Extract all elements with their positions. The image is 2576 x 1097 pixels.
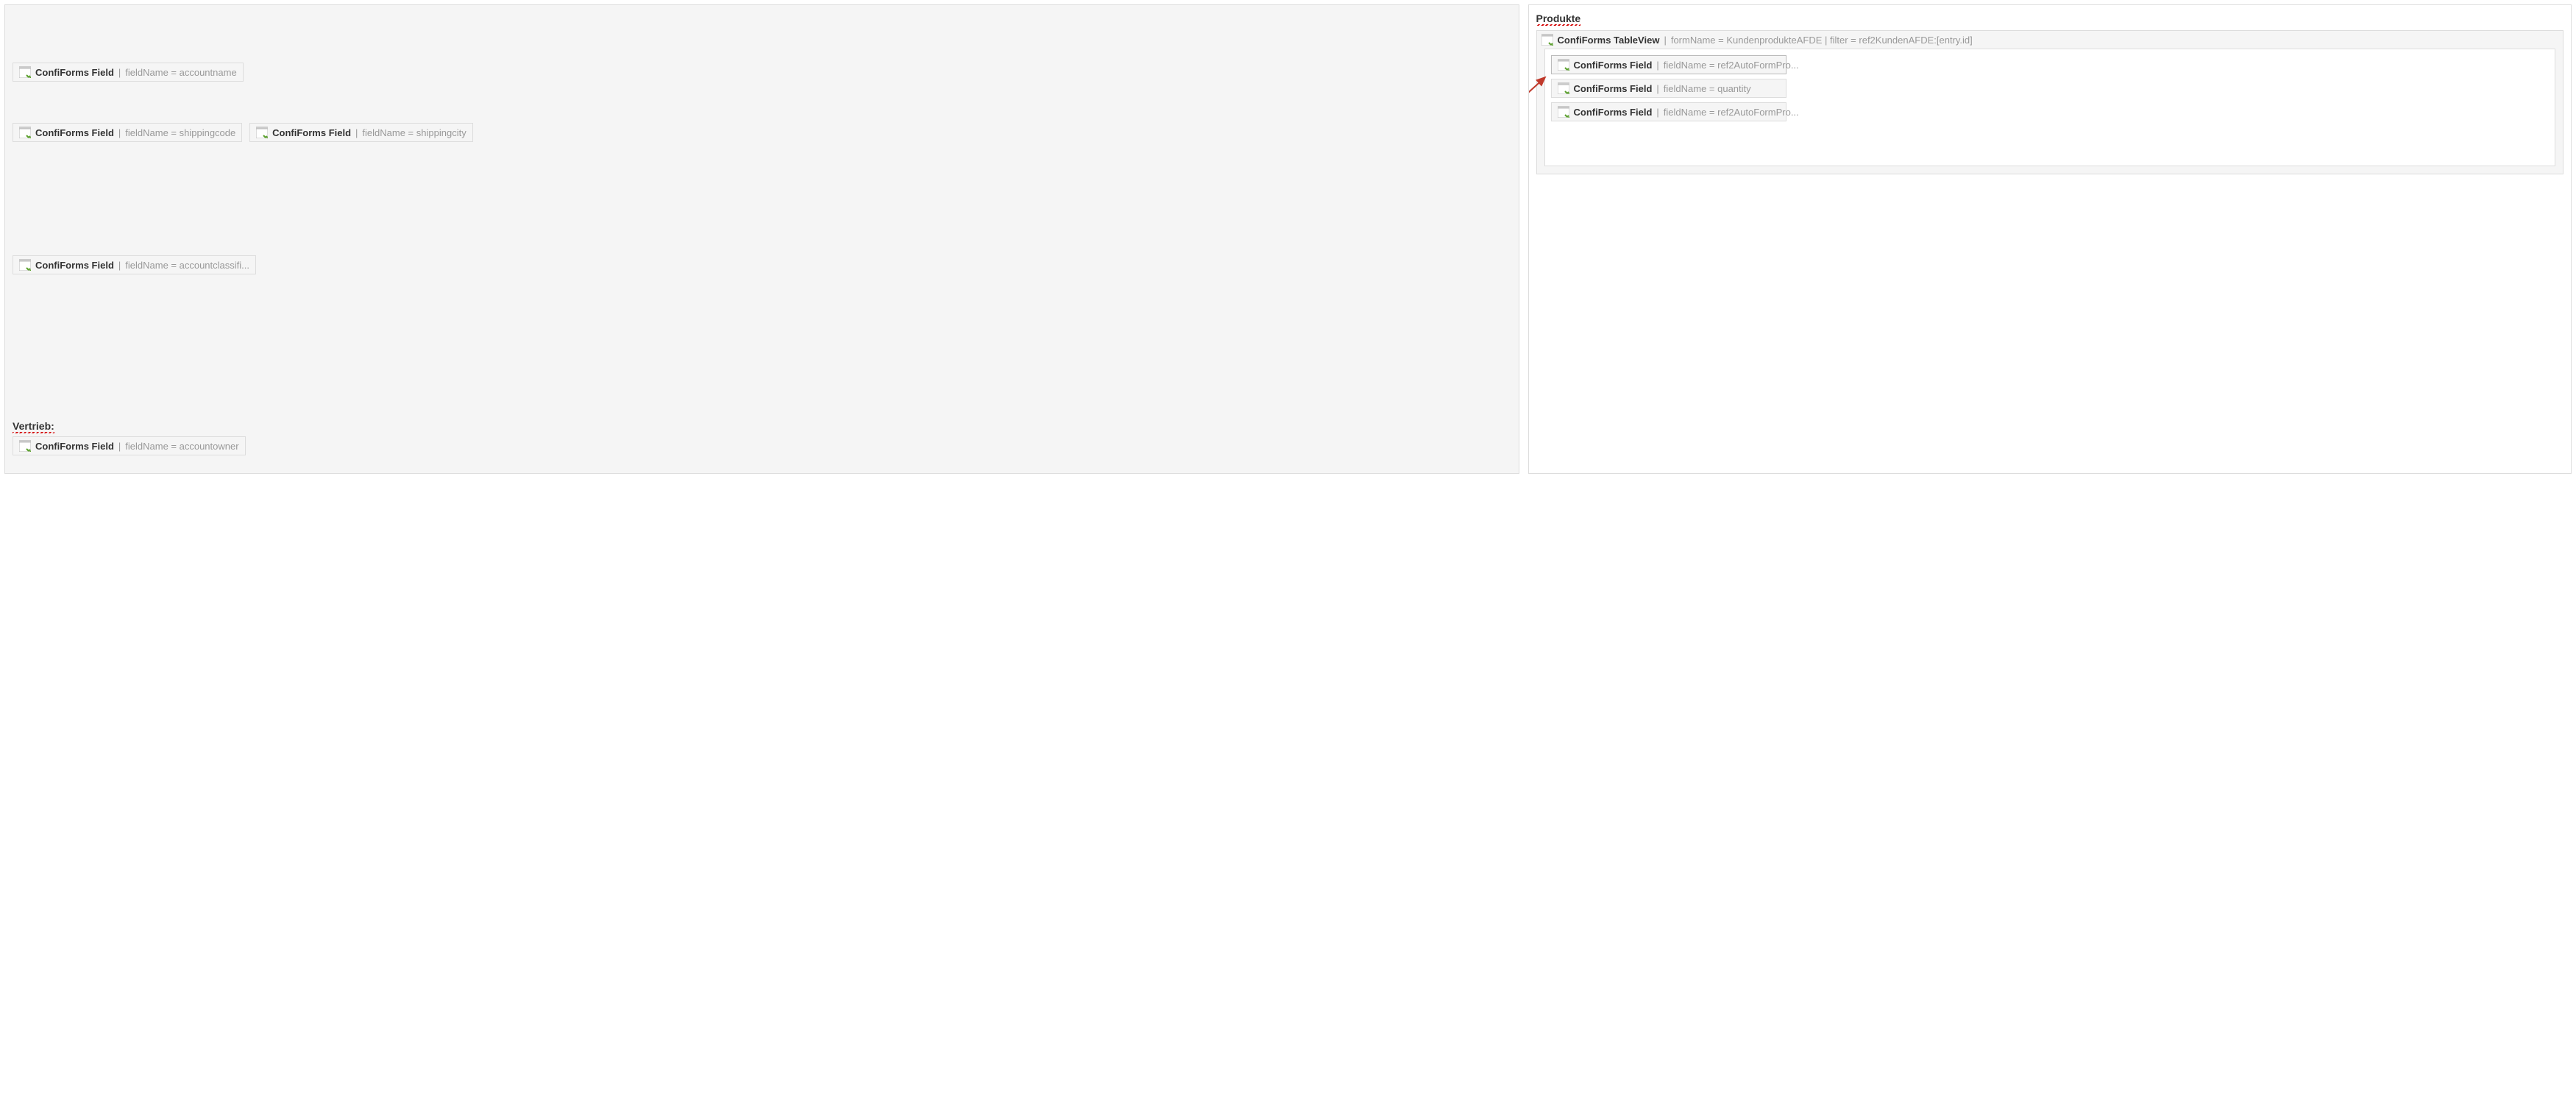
macro-icon bbox=[19, 66, 31, 78]
left-panel: ConfiForms Field | fieldName = accountna… bbox=[4, 4, 1519, 474]
separator: | bbox=[1656, 83, 1658, 94]
macro-confiforms-field-accountowner[interactable]: ConfiForms Field | fieldName = accountow… bbox=[13, 436, 246, 455]
separator: | bbox=[1656, 60, 1658, 71]
macro-params: fieldName = shippingcode bbox=[125, 127, 235, 138]
macro-params: fieldName = ref2AutoFormPro... bbox=[1664, 60, 1799, 71]
macro-params: fieldName = shippingcity bbox=[362, 127, 466, 138]
macro-label: ConfiForms TableView bbox=[1558, 35, 1660, 46]
right-panel: Produkte ConfiForms TableView | formName… bbox=[1528, 4, 2572, 474]
macro-params: fieldName = accountowner bbox=[125, 441, 238, 452]
heading-vertrieb: Vertrieb: bbox=[13, 420, 54, 432]
macro-confiforms-tableview[interactable]: ConfiForms TableView | formName = Kunden… bbox=[1536, 30, 2564, 174]
macro-confiforms-field-accountclassification[interactable]: ConfiForms Field | fieldName = accountcl… bbox=[13, 255, 256, 274]
separator: | bbox=[1664, 35, 1666, 46]
macro-confiforms-field-shippingcode[interactable]: ConfiForms Field | fieldName = shippingc… bbox=[13, 123, 242, 142]
heading-produkte: Produkte bbox=[1536, 13, 1581, 24]
macro-params: fieldName = quantity bbox=[1664, 83, 1751, 94]
macro-icon bbox=[19, 440, 31, 452]
macro-confiforms-field-ref2autoformpro-1[interactable]: ConfiForms Field | fieldName = ref2AutoF… bbox=[1551, 55, 1786, 74]
macro-params: fieldName = ref2AutoFormPro... bbox=[1664, 107, 1799, 118]
macro-confiforms-field-accountname[interactable]: ConfiForms Field | fieldName = accountna… bbox=[13, 63, 244, 82]
macro-label: ConfiForms Field bbox=[35, 67, 114, 78]
separator: | bbox=[355, 127, 358, 138]
macro-icon bbox=[256, 127, 268, 138]
macro-params: fieldName = accountname bbox=[125, 67, 236, 78]
macro-label: ConfiForms Field bbox=[35, 260, 114, 271]
separator: | bbox=[1656, 107, 1658, 118]
macro-icon bbox=[1558, 59, 1569, 71]
macro-icon bbox=[1558, 82, 1569, 94]
macro-label: ConfiForms Field bbox=[1574, 83, 1653, 94]
macro-label: ConfiForms Field bbox=[35, 127, 114, 138]
tableview-body[interactable]: ConfiForms Field | fieldName = ref2AutoF… bbox=[1544, 49, 2556, 166]
macro-icon bbox=[1541, 34, 1553, 46]
separator: | bbox=[118, 441, 121, 452]
macro-label: ConfiForms Field bbox=[1574, 60, 1653, 71]
macro-label: ConfiForms Field bbox=[35, 441, 114, 452]
macro-confiforms-field-ref2autoformpro-2[interactable]: ConfiForms Field | fieldName = ref2AutoF… bbox=[1551, 102, 1786, 121]
macro-confiforms-field-quantity[interactable]: ConfiForms Field | fieldName = quantity bbox=[1551, 79, 1786, 98]
separator: | bbox=[118, 67, 121, 78]
separator: | bbox=[118, 127, 121, 138]
macro-icon bbox=[19, 127, 31, 138]
macro-params: fieldName = accountclassifi... bbox=[125, 260, 249, 271]
macro-params: formName = KundenprodukteAFDE | filter =… bbox=[1671, 35, 1973, 46]
macro-label: ConfiForms Field bbox=[1574, 107, 1653, 118]
macro-label: ConfiForms Field bbox=[272, 127, 351, 138]
macro-confiforms-field-shippingcity[interactable]: ConfiForms Field | fieldName = shippingc… bbox=[249, 123, 473, 142]
heading-technischer-betreuer: Technischer Betreuer: bbox=[13, 472, 121, 474]
separator: | bbox=[118, 260, 121, 271]
macro-icon bbox=[1558, 106, 1569, 118]
macro-icon bbox=[19, 259, 31, 271]
